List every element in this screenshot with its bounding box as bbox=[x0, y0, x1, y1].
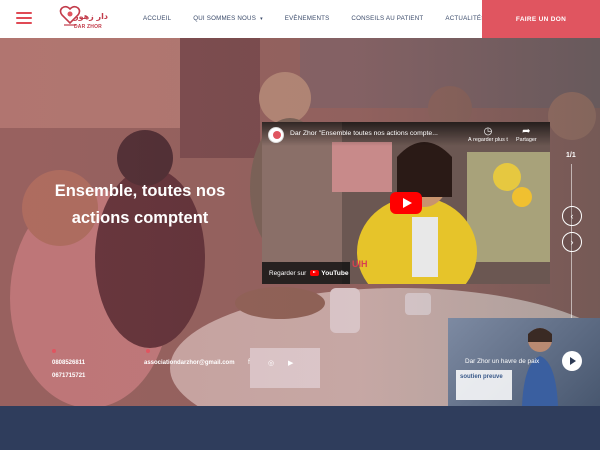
main-nav: ACCUEIL QUI SOMMES NOUS ▾ EVÈNEMENTS CONS… bbox=[143, 15, 508, 22]
facebook-icon[interactable]: f bbox=[248, 359, 250, 366]
phone-icon bbox=[52, 349, 56, 353]
donate-button[interactable]: FAIRE UN DON bbox=[482, 0, 600, 38]
youtube-play-button[interactable] bbox=[390, 192, 422, 214]
nav-accueil[interactable]: ACCUEIL bbox=[143, 15, 171, 22]
chevron-right-icon[interactable]: › bbox=[562, 232, 582, 252]
chevron-left-icon[interactable]: ‹ bbox=[562, 206, 582, 226]
phone-number[interactable]: 0808526811 bbox=[52, 357, 85, 370]
site-header: دار زهور DAR ZHOR ACCUEIL QUI SOMMES NOU… bbox=[0, 0, 600, 38]
watch-later-button[interactable]: ◷ À regarder plus tard bbox=[468, 126, 508, 145]
share-button[interactable]: ➦ Partager bbox=[516, 126, 537, 143]
instagram-icon[interactable]: ◎ bbox=[268, 359, 274, 367]
phone-numbers: 0808526811 0671715721 bbox=[52, 357, 85, 383]
nav-conseils-au-patient[interactable]: CONSEILS AU PATIENT bbox=[351, 15, 423, 22]
youtube-icon[interactable]: ▶ bbox=[288, 359, 293, 367]
nav-qui-sommes-nous[interactable]: QUI SOMMES NOUS ▾ bbox=[193, 15, 263, 22]
thumbnail-sign: soutien preuve bbox=[456, 370, 512, 400]
nav-actualites[interactable]: ACTUALITÉS bbox=[445, 15, 485, 22]
hero-title: Ensemble, toutes nos actions comptent bbox=[54, 182, 226, 227]
secondary-video-thumbnail[interactable]: soutien preuve Dar Zhor un havre de paix bbox=[448, 318, 600, 406]
watch-on-youtube-button[interactable]: Regarder sur YouTube bbox=[262, 262, 350, 284]
email-link[interactable]: associationdarzhor@gmail.com bbox=[144, 357, 235, 370]
hamburger-icon[interactable] bbox=[16, 12, 32, 24]
channel-avatar[interactable] bbox=[268, 127, 284, 143]
nav-evenements[interactable]: EVÈNEMENTS bbox=[285, 15, 330, 22]
play-icon[interactable] bbox=[562, 351, 582, 371]
chevron-down-icon: ▾ bbox=[260, 16, 263, 22]
mail-icon bbox=[146, 349, 150, 353]
video-title[interactable]: Dar Zhor "Ensemble toutes nos actions co… bbox=[290, 130, 462, 137]
slide-counter: 1/1 bbox=[566, 152, 576, 159]
video-thumbnail-text: UIH bbox=[352, 259, 368, 269]
share-icon: ➦ bbox=[522, 126, 531, 137]
youtube-logo: YouTube bbox=[310, 270, 349, 277]
footer-band bbox=[0, 406, 600, 450]
logo-arabic-text: دار زهور bbox=[74, 12, 109, 21]
video-player[interactable]: UIH Dar Zhor "Ensemble toutes nos action… bbox=[262, 122, 550, 284]
clock-icon: ◷ bbox=[483, 126, 493, 137]
youtube-icon bbox=[310, 270, 320, 276]
logo-text: DAR ZHOR bbox=[74, 24, 102, 30]
phone-number[interactable]: 0671715721 bbox=[52, 370, 85, 383]
thumbnail-caption: Dar Zhor un havre de paix bbox=[465, 358, 540, 365]
